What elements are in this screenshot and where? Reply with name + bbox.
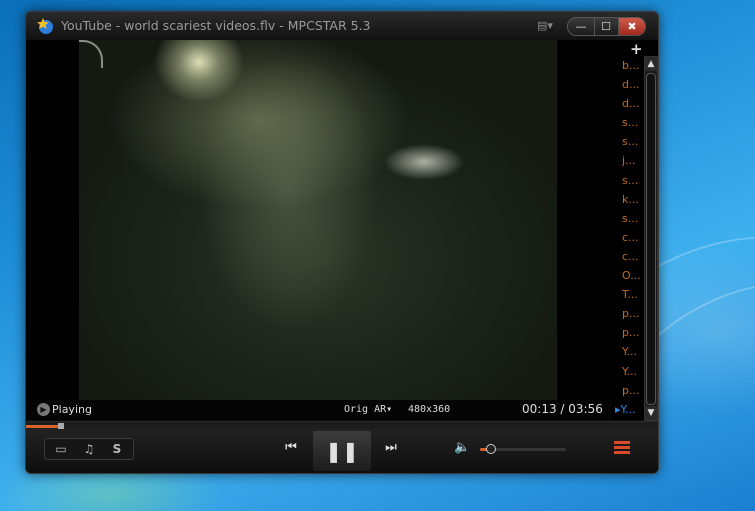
volume-icon[interactable]: 🔈 (454, 440, 472, 458)
playlist-item[interactable]: b... (611, 56, 644, 75)
scroll-down-icon[interactable]: ▼ (645, 406, 657, 420)
playlist-item[interactable]: s... (611, 113, 644, 132)
volume-handle[interactable] (486, 444, 496, 454)
player-window: YouTube - world scariest videos.flv - MP… (25, 11, 659, 474)
play-state-icon: ▶ (37, 403, 50, 416)
playlist-item[interactable]: s... (611, 209, 644, 228)
playlist-item[interactable]: d... (611, 94, 644, 113)
minimize-button[interactable]: — (568, 18, 595, 35)
playlist-item[interactable]: p... (611, 323, 644, 342)
volume-slider[interactable] (480, 444, 566, 454)
previous-icon[interactable]: ⏮ (282, 440, 300, 458)
pause-button[interactable]: ❚❚ (313, 431, 371, 471)
video-resolution: 480x360 (408, 404, 451, 415)
next-icon[interactable]: ⏭ (382, 440, 400, 458)
scroll-thumb[interactable] (646, 73, 656, 405)
window-title: YouTube - world scariest videos.flv - MP… (61, 18, 371, 33)
playlist-item[interactable]: c... (611, 228, 644, 247)
playlist-list: b... d... d... s... s... j... s... k... s... c...… (611, 56, 644, 419)
app-star-icon (37, 18, 53, 34)
playlist-item[interactable]: s... (611, 171, 644, 190)
aspect-ratio-dropdown[interactable]: Orig AR▾ (344, 404, 392, 415)
play-state-label: Playing (52, 403, 92, 416)
playlist-item[interactable]: s... (611, 132, 644, 151)
playlist-item[interactable]: Y... (611, 362, 644, 381)
playlist-item[interactable]: j... (611, 151, 644, 170)
playlist-item[interactable]: k... (611, 190, 644, 209)
time-display: 00:13 / 03:56 (522, 402, 603, 416)
playlist-item[interactable]: Y... (611, 342, 644, 361)
control-bar: ▭ ♫ S ⏮ ❚❚ ⏭ 🔈 (26, 429, 658, 473)
playlist-item[interactable]: p... (611, 381, 644, 400)
audio-mode-button[interactable]: ♫ (75, 439, 103, 459)
scroll-up-icon[interactable]: ▲ (645, 57, 657, 71)
window-controls: — ☐ ✖ (567, 17, 646, 36)
s-mode-button[interactable]: S (103, 439, 131, 459)
video-artifact (79, 40, 103, 68)
video-mode-button[interactable]: ▭ (47, 439, 75, 459)
close-button[interactable]: ✖ (619, 18, 645, 35)
view-mode-group: ▭ ♫ S (44, 438, 134, 460)
playlist-item[interactable]: c... (611, 247, 644, 266)
playlist-item[interactable]: p... (611, 304, 644, 323)
playlist-scrollbar[interactable]: ▲ ▼ (644, 56, 658, 421)
maximize-button[interactable]: ☐ (594, 18, 619, 35)
playlist-item[interactable]: T... (611, 285, 644, 304)
playlist-item[interactable]: d... (611, 75, 644, 94)
menu-button[interactable]: ▤▾ (537, 18, 559, 34)
video-frame[interactable] (79, 40, 557, 400)
video-area[interactable] (26, 40, 611, 400)
playlist-panel: + b... d... d... s... s... j... s... k... s... c.… (611, 40, 658, 421)
playlist-item[interactable]: O... (611, 266, 644, 285)
seek-progress (26, 425, 61, 428)
playlist-item[interactable]: ▸Y... (611, 400, 644, 419)
title-bar[interactable]: YouTube - world scariest videos.flv - MP… (26, 12, 658, 40)
status-bar: ▶ Playing Orig AR▾ 480x360 00:13 / 03:56 (26, 400, 611, 420)
playlist-toggle-icon[interactable] (614, 441, 630, 457)
